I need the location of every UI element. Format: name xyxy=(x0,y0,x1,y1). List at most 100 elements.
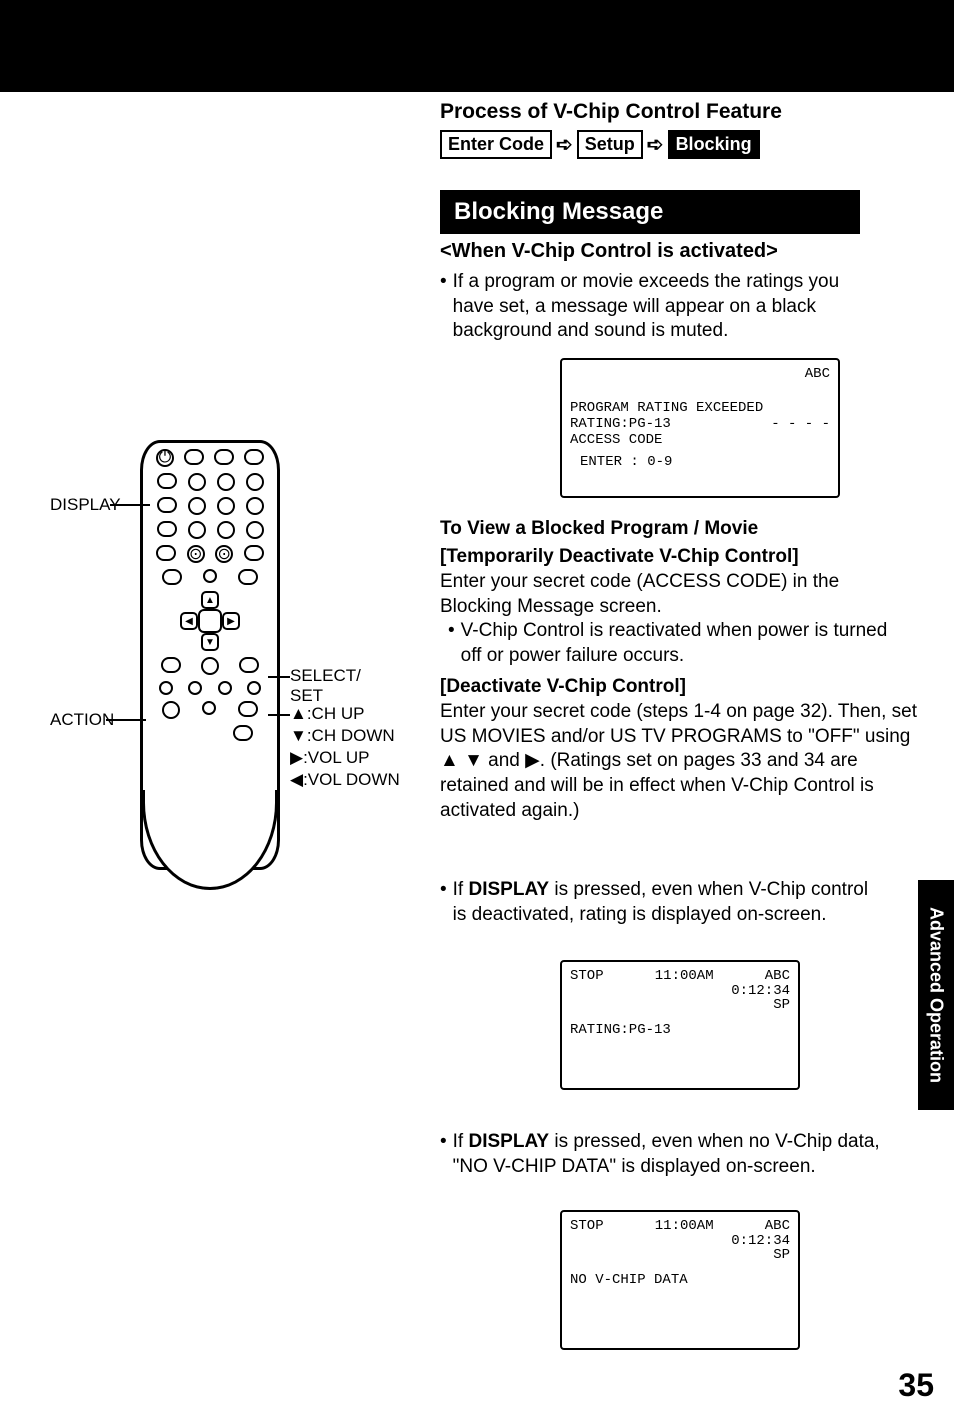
leader-line xyxy=(110,504,150,506)
remote-btn xyxy=(238,701,258,717)
screen3-novchip: NO V-CHIP DATA xyxy=(570,1272,790,1288)
side-tab-advanced-operation: Advanced Operation xyxy=(918,880,954,1110)
label-action: ACTION xyxy=(50,710,114,730)
remote-btn xyxy=(188,473,206,491)
remote-btn xyxy=(246,497,264,515)
remote-btn xyxy=(201,657,219,675)
section-header-blocking-message: Blocking Message xyxy=(440,190,860,234)
display-note-1: • If DISPLAY is pressed, even when V-Chi… xyxy=(440,878,880,927)
remote-btn xyxy=(162,569,182,585)
remote-btn xyxy=(247,681,261,695)
disp1-pre: If xyxy=(453,879,469,900)
screen-mock-rating: STOP 11:00AM ABC 0:12:34 SP RATING:PG-13 xyxy=(560,960,800,1090)
screen1-rating: RATING:PG-13 xyxy=(570,416,671,432)
label-ch-down: ▼:CH DOWN xyxy=(290,726,395,746)
screen-mock-blocking: ABC PROGRAM RATING EXCEEDED RATING:PG-13… xyxy=(560,358,840,498)
dpad-left-icon: ◀ xyxy=(180,612,198,630)
leader-line xyxy=(268,676,290,678)
remote-btn xyxy=(217,473,235,491)
remote-curve xyxy=(142,790,278,890)
remote-btn xyxy=(244,449,264,465)
remote-btn xyxy=(246,521,264,539)
temp-deactivate-title: [Temporarily Deactivate V-Chip Control] xyxy=(440,546,799,568)
screen3-sp: SP xyxy=(570,1248,790,1262)
screen2-stop: STOP xyxy=(570,968,604,984)
flow-step-enter-code: Enter Code xyxy=(440,130,552,159)
remote-btn-power: ⏻ xyxy=(156,449,174,467)
screen3-channel: ABC xyxy=(765,1218,790,1234)
screen2-counter: 0:12:34 xyxy=(570,984,790,998)
deactivate-title: [Deactivate V-Chip Control] xyxy=(440,676,686,698)
remote-btn xyxy=(159,681,173,695)
remote-btn xyxy=(246,473,264,491)
remote-btn xyxy=(188,681,202,695)
process-flow: Enter Code ➪ Setup ➪ Blocking xyxy=(440,130,760,159)
temp-p2: V-Chip Control is reactivated when power… xyxy=(461,619,890,668)
remote-btn xyxy=(184,449,204,465)
screen3-stop: STOP xyxy=(570,1218,604,1234)
remote-btn: ⊙ xyxy=(187,545,205,563)
label-ch-up: ▲:CH UP xyxy=(290,704,364,724)
disp2-bold: DISPLAY xyxy=(469,1131,550,1152)
remote-btn xyxy=(244,545,264,561)
label-vol-down: ◀:VOL DOWN xyxy=(290,770,400,790)
screen1-enter: ENTER : 0-9 xyxy=(580,454,830,470)
remote-btn xyxy=(233,725,253,741)
flow-step-blocking: Blocking xyxy=(668,130,760,159)
arrow-icon: ➪ xyxy=(647,132,664,157)
remote-btn xyxy=(156,545,176,561)
disp1-bold: DISPLAY xyxy=(469,879,550,900)
dpad-down-icon: ▼ xyxy=(201,633,219,651)
page-number: 35 xyxy=(898,1367,934,1404)
remote-btn-action xyxy=(161,657,181,673)
disp2-pre: If xyxy=(453,1131,469,1152)
label-vol-up: ▶:VOL UP xyxy=(290,748,370,768)
temp-deactivate-para: Enter your secret code (ACCESS CODE) in … xyxy=(440,570,890,669)
remote-btn xyxy=(157,521,177,537)
remote-btn-display xyxy=(157,473,177,489)
remote-btn xyxy=(217,497,235,515)
screen3-time: 11:00AM xyxy=(655,1218,714,1234)
temp-p1: Enter your secret code (ACCESS CODE) in … xyxy=(440,570,890,619)
top-black-bar xyxy=(0,0,954,92)
remote-btn xyxy=(203,569,217,583)
remote-btn xyxy=(217,521,235,539)
display-note-2: • If DISPLAY is pressed, even when no V-… xyxy=(440,1130,880,1179)
flow-step-setup: Setup xyxy=(577,130,643,159)
leader-line xyxy=(268,714,290,716)
screen-mock-nodata: STOP 11:00AM ABC 0:12:34 SP NO V-CHIP DA… xyxy=(560,1210,800,1350)
dpad-select xyxy=(198,609,222,633)
dpad-right-icon: ▶ xyxy=(222,612,240,630)
remote-btn: ⊙ xyxy=(215,545,233,563)
remote-btn xyxy=(218,681,232,695)
activated-text: If a program or movie exceeds the rating… xyxy=(453,270,880,344)
remote-btn xyxy=(238,569,258,585)
label-select-set: SELECT/ SET xyxy=(290,666,361,706)
screen2-rating: RATING:PG-13 xyxy=(570,1022,790,1038)
screen3-counter: 0:12:34 xyxy=(570,1234,790,1248)
remote-btn xyxy=(239,657,259,673)
deactivate-para: Enter your secret code (steps 1-4 on pag… xyxy=(440,700,920,823)
screen2-time: 11:00AM xyxy=(655,968,714,984)
remote-btn xyxy=(202,701,216,715)
screen1-channel: ABC xyxy=(570,366,830,382)
screen2-sp: SP xyxy=(570,998,790,1012)
arrow-icon: ➪ xyxy=(556,132,573,157)
remote-dpad: ▲ ▼ ◀ ▶ xyxy=(180,591,240,651)
screen1-access: ACCESS CODE xyxy=(570,432,671,448)
view-blocked-title: To View a Blocked Program / Movie xyxy=(440,518,758,540)
leader-line xyxy=(106,719,146,721)
remote-btn xyxy=(214,449,234,465)
remote-btn xyxy=(188,521,206,539)
process-title: Process of V-Chip Control Feature xyxy=(440,100,782,124)
when-activated-heading: <When V-Chip Control is activated> xyxy=(440,240,778,263)
remote-illustration: ⏻ ⊙ ⊙ xyxy=(50,430,420,910)
activated-paragraph: •If a program or movie exceeds the ratin… xyxy=(440,270,880,344)
screen2-channel: ABC xyxy=(765,968,790,984)
remote-btn xyxy=(188,497,206,515)
dpad-up-icon: ▲ xyxy=(201,591,219,609)
screen1-exceeded: PROGRAM RATING EXCEEDED xyxy=(570,400,830,416)
remote-btn xyxy=(157,497,177,513)
screen1-dashes: - - - - xyxy=(771,416,830,448)
remote-btn xyxy=(162,701,180,719)
